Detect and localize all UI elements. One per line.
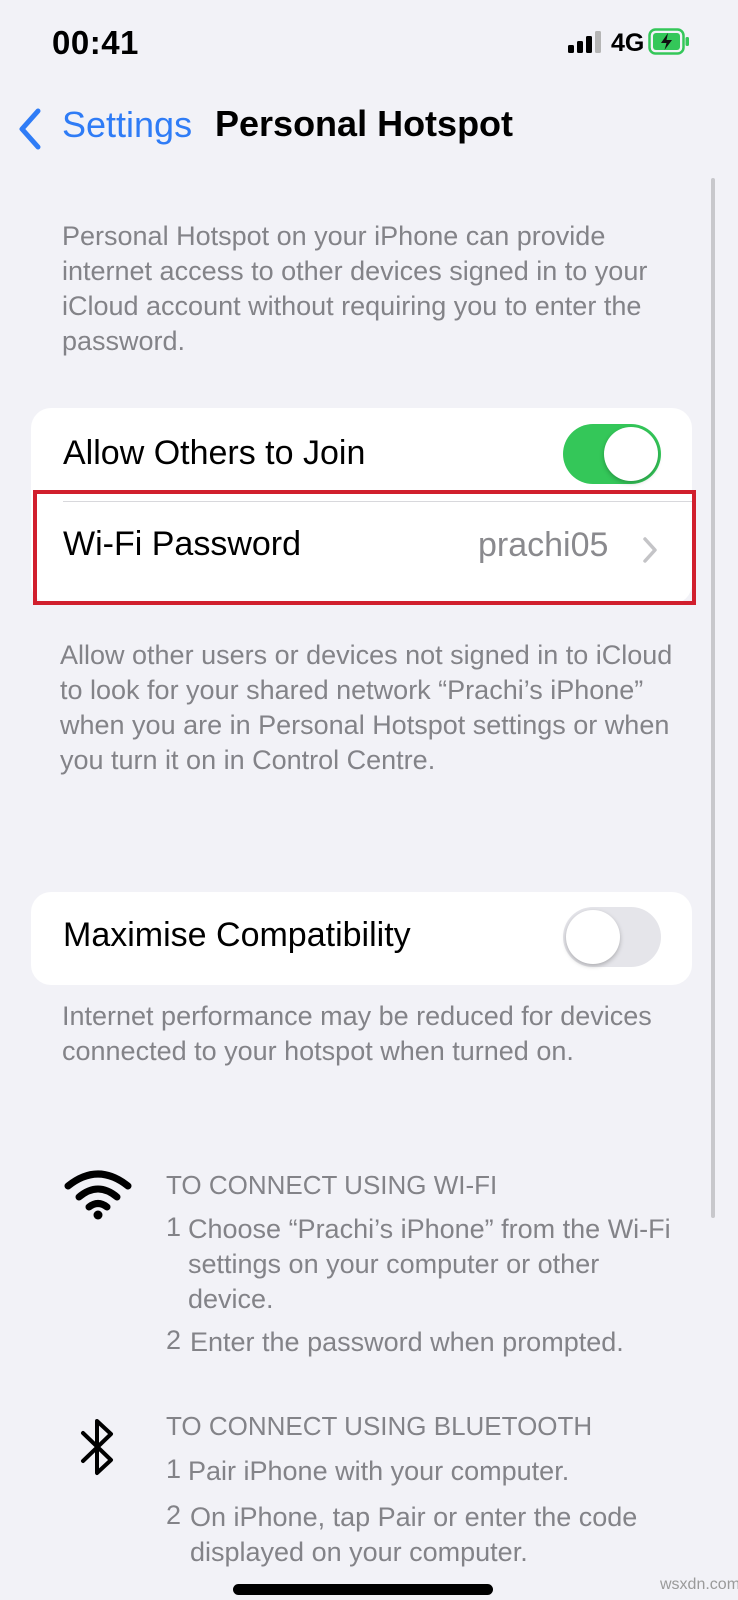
bluetooth-step-2: On iPhone, tap Pair or enter the code di… <box>190 1502 638 1567</box>
step-number: 1 <box>166 1454 182 1484</box>
step-number: 1 <box>166 1212 182 1242</box>
toggle-knob <box>604 427 658 481</box>
highlight-box <box>33 490 696 605</box>
back-button[interactable]: Settings <box>62 104 192 146</box>
allow-others-footer: Allow other users or devices not signed … <box>60 640 673 775</box>
bluetooth-icon <box>78 1416 118 1478</box>
bluetooth-instructions-heading: TO CONNECT USING BLUETOOTH <box>166 1411 593 1441</box>
network-type-label: 4G <box>611 29 645 57</box>
page-title: Personal Hotspot <box>215 103 514 144</box>
allow-others-label: Allow Others to Join <box>63 434 366 472</box>
home-indicator[interactable] <box>233 1584 493 1595</box>
battery-charging-icon <box>648 28 690 55</box>
wifi-step-1: Choose “Prachi’s iPhone” from the Wi-Fi … <box>188 1214 671 1314</box>
watermark: wsxdn.com <box>660 1576 738 1593</box>
status-time: 00:41 <box>52 24 139 61</box>
compatibility-footer: Internet performance may be reduced for … <box>62 1001 652 1066</box>
bluetooth-step-1: Pair iPhone with your computer. <box>188 1456 570 1486</box>
intro-description: Personal Hotspot on your iPhone can prov… <box>62 221 648 356</box>
step-number: 2 <box>166 1325 182 1355</box>
back-chevron-icon[interactable] <box>16 108 46 150</box>
toggle-knob <box>566 910 620 964</box>
wifi-step-2: Enter the password when prompted. <box>190 1327 624 1357</box>
maximise-compatibility-toggle[interactable] <box>563 907 661 967</box>
signal-icon <box>568 31 602 53</box>
scroll-indicator[interactable] <box>711 178 715 1218</box>
wifi-instructions-heading: TO CONNECT USING WI-FI <box>166 1170 498 1200</box>
maximise-compatibility-label: Maximise Compatibility <box>63 916 411 954</box>
wifi-icon <box>64 1168 132 1220</box>
allow-others-toggle[interactable] <box>563 424 661 484</box>
step-number: 2 <box>166 1500 182 1530</box>
